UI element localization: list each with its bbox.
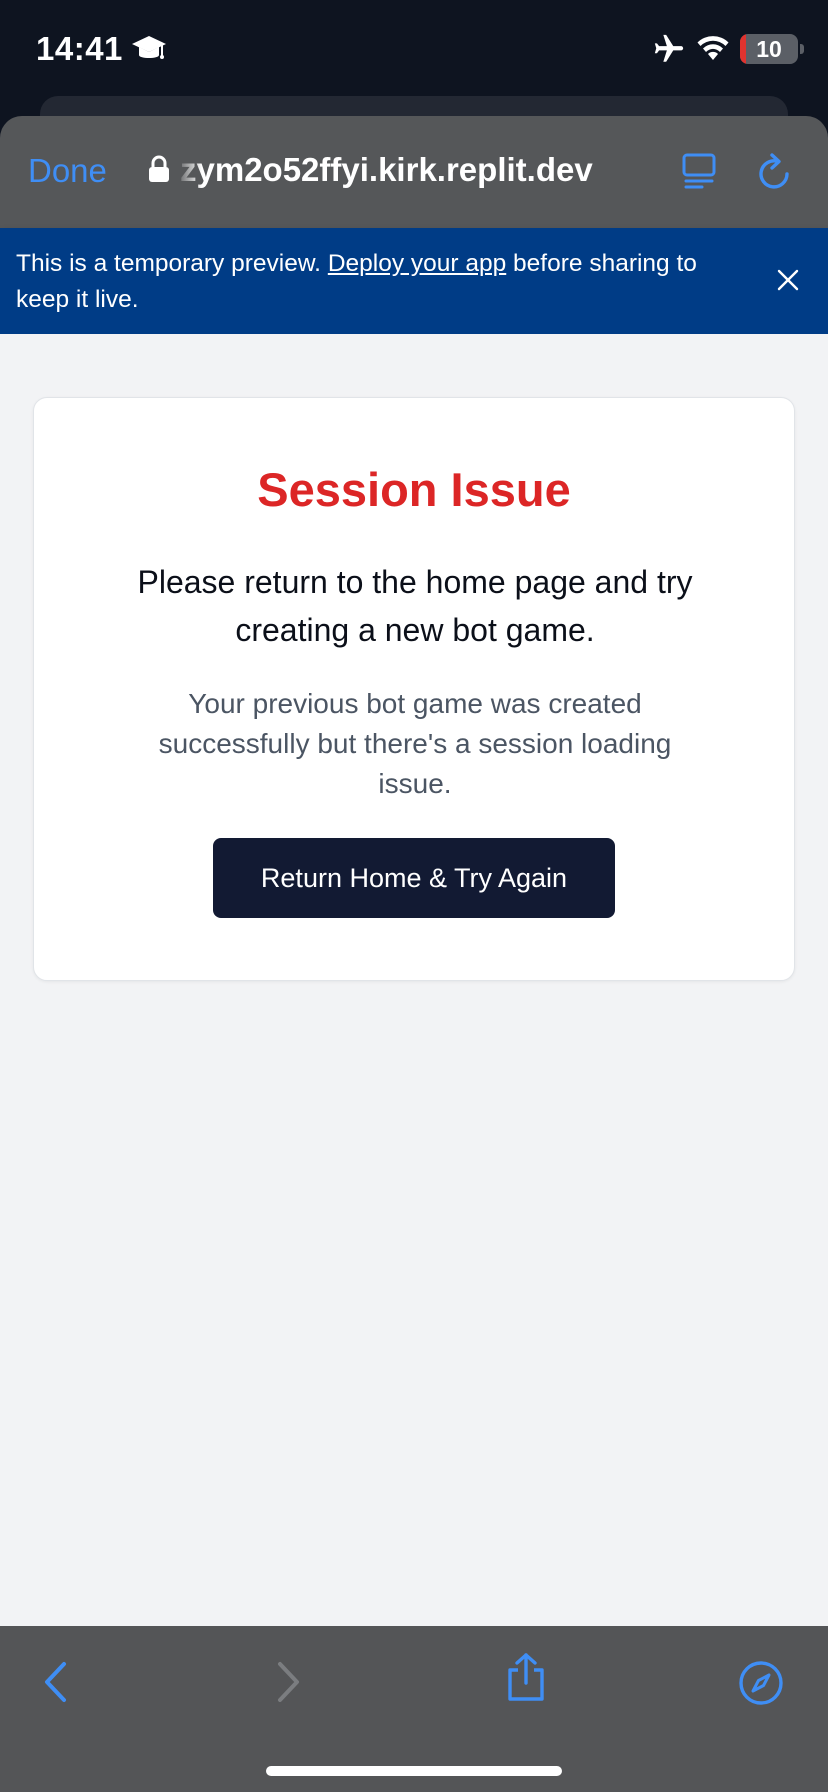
banner-message: This is a temporary preview. Deploy your… [16,246,736,318]
deploy-link[interactable]: Deploy your app [328,250,506,277]
error-detail: Your previous bot game was created succe… [158,688,672,799]
status-bar: 14:41 10 [0,0,828,100]
wifi-icon [696,34,730,67]
graduation-cap-icon [131,32,167,69]
status-time: 14:41 [36,30,123,67]
forward-icon [276,1660,302,1709]
url-field[interactable]: zym2o52ffyi.kirk.replit.dev [180,151,650,189]
close-icon[interactable] [776,268,800,297]
share-icon[interactable] [504,1652,548,1707]
home-indicator [266,1766,562,1776]
battery-icon: 10 [740,34,798,64]
reload-icon[interactable] [756,152,794,197]
battery-level: 10 [756,36,782,62]
lock-icon [148,155,170,188]
page-title: Session Issue [257,463,571,516]
browser-address-bar: Done zym2o52ffyi.kirk.replit.dev [0,116,828,228]
battery-tip [800,44,804,54]
done-button[interactable]: Done [28,152,107,190]
error-message: Please return to the home page and try c… [137,564,693,648]
page-content: Session Issue Please return to the home … [0,334,828,1626]
preview-banner: This is a temporary preview. Deploy your… [0,228,828,334]
back-icon[interactable] [42,1660,68,1709]
banner-text-before: This is a temporary preview. [16,250,328,277]
airplane-icon [652,32,686,71]
compass-icon[interactable] [738,1660,784,1711]
session-issue-card: Session Issue Please return to the home … [33,397,795,981]
url-fade [176,146,202,196]
return-home-button[interactable]: Return Home & Try Again [213,838,615,918]
browser-toolbar [0,1626,828,1792]
reader-mode-icon[interactable] [682,152,716,195]
